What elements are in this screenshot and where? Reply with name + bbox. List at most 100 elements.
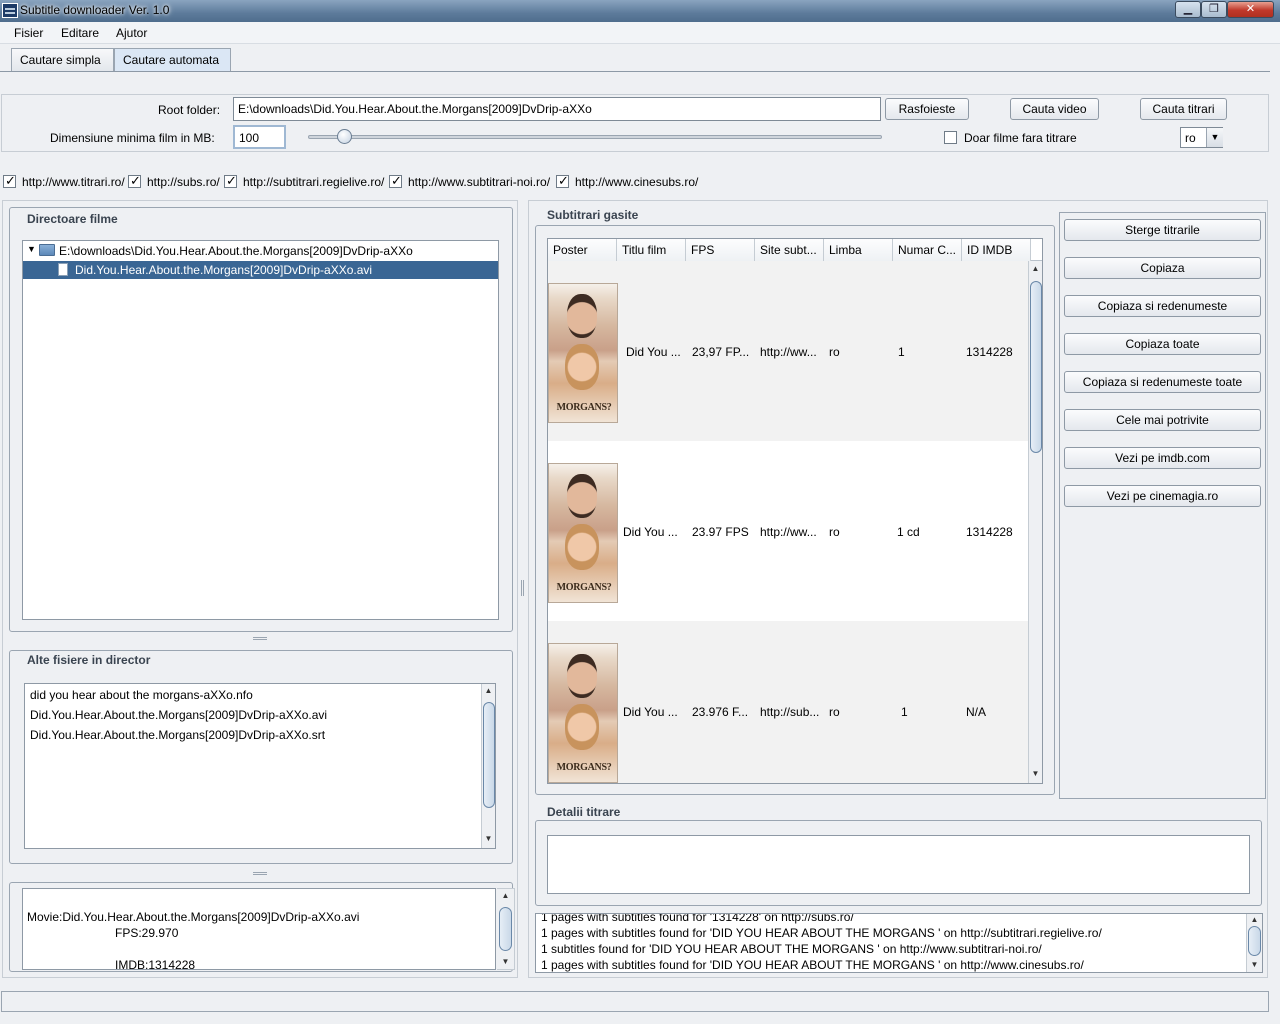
cell-cd-count: 1 cd (897, 525, 920, 539)
cell-site: http://ww... (760, 525, 817, 539)
no-subs-checkbox[interactable] (944, 131, 957, 144)
copy-rename-button[interactable]: Copiaza si redenumeste (1064, 295, 1261, 317)
movie-poster-image: MORGANS? (548, 463, 618, 603)
site-checkbox-regielive[interactable] (224, 173, 237, 189)
root-folder-input[interactable]: E:\downloads\Did.You.Hear.About.the.Morg… (233, 97, 881, 121)
vertical-splitter-handle[interactable] (521, 580, 524, 596)
close-button[interactable]: ✕ (1227, 1, 1274, 18)
search-video-button[interactable]: Cauta video (1010, 98, 1099, 120)
column-header-site[interactable]: Site subt... (755, 239, 824, 261)
scroll-thumb[interactable] (499, 907, 512, 951)
copy-button[interactable]: Copiaza (1064, 257, 1261, 279)
cell-fps: 23,97 FP... (692, 345, 750, 359)
cell-imdb-id: N/A (966, 705, 987, 719)
column-header-imdb-id[interactable]: ID IMDB (962, 239, 1031, 261)
list-item[interactable]: Did.You.Hear.About.the.Morgans[2009]DvDr… (30, 708, 327, 722)
column-header-fps[interactable]: FPS (686, 239, 755, 261)
log-line: 1 pages with subtitles found for 'DID YO… (541, 958, 1084, 972)
scroll-thumb[interactable] (483, 702, 495, 808)
site-label-subs: http://subs.ro/ (147, 175, 220, 189)
min-size-label: Dimensiune minima film in MB: (50, 131, 215, 145)
movie-poster-image: MORGANS? (548, 643, 618, 783)
details-text[interactable] (547, 835, 1250, 894)
table-row[interactable]: MORGANS? Did You ... 23.97 FPS http://ww… (548, 441, 1028, 621)
view-cinemagia-button[interactable]: Vezi pe cinemagia.ro (1064, 485, 1261, 507)
language-select[interactable]: ro ▼ (1180, 127, 1223, 148)
scroll-down-icon[interactable]: ▼ (1029, 769, 1042, 778)
root-folder-label: Root folder: (158, 103, 221, 117)
scroll-down-icon[interactable]: ▼ (497, 957, 514, 966)
copy-rename-all-button[interactable]: Copiaza si redenumeste toate (1064, 371, 1261, 393)
results-table[interactable]: Poster Titlu film FPS Site subt... Limba… (547, 238, 1043, 784)
column-header-language[interactable]: Limba (824, 239, 893, 261)
splitter-handle-2[interactable] (253, 872, 267, 875)
cell-site: http://sub... (760, 705, 820, 719)
scroll-up-icon[interactable]: ▲ (1029, 264, 1042, 273)
cell-imdb-id: 1314228 (966, 525, 1013, 539)
delete-subtitles-button[interactable]: Sterge titrarile (1064, 219, 1261, 241)
cell-title: Did You ... (623, 705, 678, 719)
menu-ajutor[interactable]: Ajutor (116, 26, 147, 40)
folder-icon (39, 244, 55, 256)
scroll-up-icon[interactable]: ▲ (497, 891, 514, 900)
scroll-thumb[interactable] (1248, 926, 1261, 956)
maximize-button[interactable]: ❐ (1201, 1, 1227, 18)
list-item[interactable]: did you hear about the morgans-aXXo.nfo (30, 688, 253, 702)
tree-expand-icon[interactable]: ▼ (27, 244, 36, 254)
other-files-scrollbar[interactable]: ▲ ▼ (481, 684, 495, 848)
site-checkbox-subs[interactable] (128, 173, 141, 189)
site-checkbox-cinesubs[interactable] (556, 173, 569, 189)
table-header: Poster Titlu film FPS Site subt... Limba… (548, 239, 1042, 261)
tree-child-item[interactable]: Did.You.Hear.About.the.Morgans[2009]DvDr… (23, 261, 498, 279)
scroll-thumb[interactable] (1030, 281, 1042, 453)
cell-cd-count: 1 (901, 705, 908, 719)
slider-track (308, 135, 882, 139)
cell-cd-count: 1 (898, 345, 905, 359)
cell-fps: 23.976 F... (692, 705, 749, 719)
info-scrollbar[interactable]: ▲ ▼ (497, 888, 515, 970)
movies-tree[interactable]: ▼ E:\downloads\Did.You.Hear.About.the.Mo… (22, 240, 499, 620)
scroll-down-icon[interactable]: ▼ (482, 834, 495, 843)
tree-root-item[interactable]: E:\downloads\Did.You.Hear.About.the.Morg… (59, 244, 413, 258)
results-scrollbar[interactable]: ▲ ▼ (1028, 261, 1042, 783)
info-movie: Movie:Did.You.Hear.About.the.Morgans[200… (27, 910, 360, 924)
minimize-button[interactable]: ▁ (1175, 1, 1201, 18)
site-checkbox-subtitrari-noi[interactable] (389, 173, 402, 189)
browse-button[interactable]: Rasfoieste (885, 98, 969, 120)
log-line: 1 pages with subtitles found for '131422… (541, 913, 854, 924)
slider-thumb[interactable] (337, 129, 352, 144)
tree-child-label: Did.You.Hear.About.the.Morgans[2009]DvDr… (75, 263, 373, 277)
column-header-poster[interactable]: Poster (548, 239, 617, 261)
view-imdb-button[interactable]: Vezi pe imdb.com (1064, 447, 1261, 469)
table-row[interactable]: MORGANS? Did You ... 23,97 FP... http://… (548, 261, 1028, 441)
menu-fisier[interactable]: Fisier (14, 26, 43, 40)
copy-all-button[interactable]: Copiaza toate (1064, 333, 1261, 355)
poster-title: MORGANS? (556, 402, 612, 413)
tab-cautare-simpla[interactable]: Cautare simpla (11, 48, 114, 71)
poster-title: MORGANS? (556, 762, 612, 773)
site-checkbox-titrari[interactable] (3, 173, 16, 189)
log-scrollbar[interactable]: ▲ ▼ (1246, 914, 1262, 972)
title-bar[interactable]: Subtitle downloader Ver. 1.0 ▁ ❐ ✕ (0, 0, 1280, 22)
menu-editare[interactable]: Editare (61, 26, 99, 40)
best-match-button[interactable]: Cele mai potrivite (1064, 409, 1261, 431)
scroll-up-icon[interactable]: ▲ (482, 686, 495, 695)
column-header-title[interactable]: Titlu film (617, 239, 686, 261)
list-item[interactable]: Did.You.Hear.About.the.Morgans[2009]DvDr… (30, 728, 325, 742)
info-text[interactable]: Movie:Did.You.Hear.About.the.Morgans[200… (22, 888, 515, 972)
log-panel[interactable]: 1 pages with subtitles found for '131422… (535, 913, 1263, 973)
cell-language: ro (829, 525, 840, 539)
tab-cautare-automata[interactable]: Cautare automata (114, 48, 231, 72)
column-header-cd-count[interactable]: Numar C... (893, 239, 962, 261)
min-size-slider[interactable] (306, 125, 884, 149)
table-row[interactable]: MORGANS? Did You ... 23.976 F... http://… (548, 621, 1028, 783)
status-bar (1, 991, 1269, 1012)
scroll-up-icon[interactable]: ▲ (1247, 915, 1262, 924)
tab-separator (0, 71, 1270, 72)
search-subtitles-button[interactable]: Cauta titrari (1140, 98, 1227, 120)
other-files-list[interactable]: did you hear about the morgans-aXXo.nfo … (24, 683, 496, 849)
splitter-handle[interactable] (253, 637, 267, 640)
cell-fps: 23.97 FPS (692, 525, 749, 539)
min-size-input[interactable]: 100 (233, 125, 286, 149)
scroll-down-icon[interactable]: ▼ (1247, 960, 1262, 969)
